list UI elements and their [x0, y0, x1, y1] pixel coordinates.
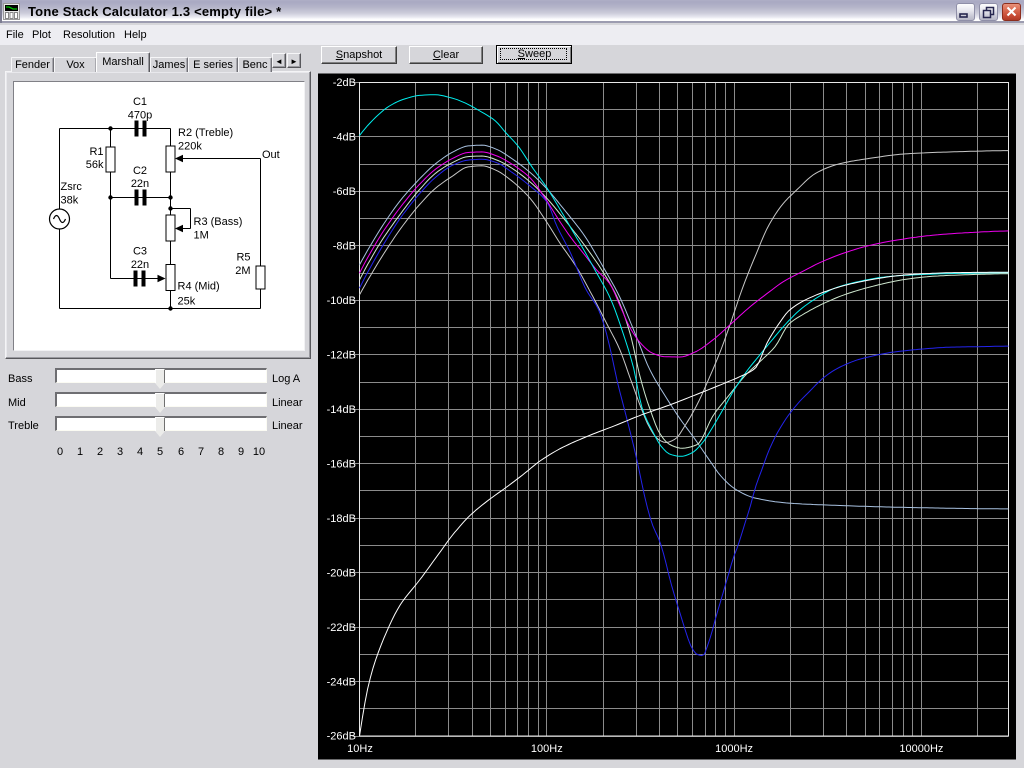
svg-text:Zsrc: Zsrc — [61, 181, 83, 193]
svg-text:-2dB: -2dB — [333, 77, 356, 89]
svg-text:C2: C2 — [133, 165, 147, 177]
svg-text:-8dB: -8dB — [333, 241, 356, 253]
svg-text:R2 (Treble): R2 (Treble) — [178, 127, 233, 139]
svg-text:10000Hz: 10000Hz — [899, 743, 943, 755]
svg-text:-12dB: -12dB — [327, 350, 356, 362]
svg-text:-6dB: -6dB — [333, 186, 356, 198]
svg-text:56k: 56k — [86, 159, 104, 171]
svg-text:10Hz: 10Hz — [347, 743, 373, 755]
svg-text:C3: C3 — [133, 246, 147, 258]
svg-text:-24dB: -24dB — [327, 676, 356, 688]
svg-text:22n: 22n — [131, 178, 149, 190]
svg-text:-18dB: -18dB — [327, 513, 356, 525]
svg-text:1M: 1M — [194, 230, 209, 242]
svg-text:-26dB: -26dB — [327, 731, 356, 743]
svg-text:25k: 25k — [178, 296, 196, 308]
svg-text:100Hz: 100Hz — [531, 743, 563, 755]
svg-text:-16dB: -16dB — [327, 458, 356, 470]
svg-text:-4dB: -4dB — [333, 132, 356, 144]
svg-text:2M: 2M — [235, 265, 250, 277]
svg-text:Out: Out — [262, 149, 280, 161]
svg-text:-14dB: -14dB — [327, 404, 356, 416]
svg-text:R3 (Bass): R3 (Bass) — [194, 216, 243, 228]
svg-text:38k: 38k — [61, 195, 79, 207]
svg-text:-22dB: -22dB — [327, 622, 356, 634]
svg-text:-20dB: -20dB — [327, 567, 356, 579]
svg-text:470p: 470p — [128, 110, 152, 122]
svg-text:R5: R5 — [236, 252, 250, 264]
svg-text:R4 (Mid): R4 (Mid) — [178, 281, 220, 293]
svg-text:220k: 220k — [178, 141, 202, 153]
svg-text:R1: R1 — [89, 146, 103, 158]
svg-text:C1: C1 — [133, 96, 147, 108]
svg-text:22n: 22n — [131, 259, 149, 271]
svg-text:-10dB: -10dB — [327, 295, 356, 307]
svg-text:1000Hz: 1000Hz — [715, 743, 753, 755]
